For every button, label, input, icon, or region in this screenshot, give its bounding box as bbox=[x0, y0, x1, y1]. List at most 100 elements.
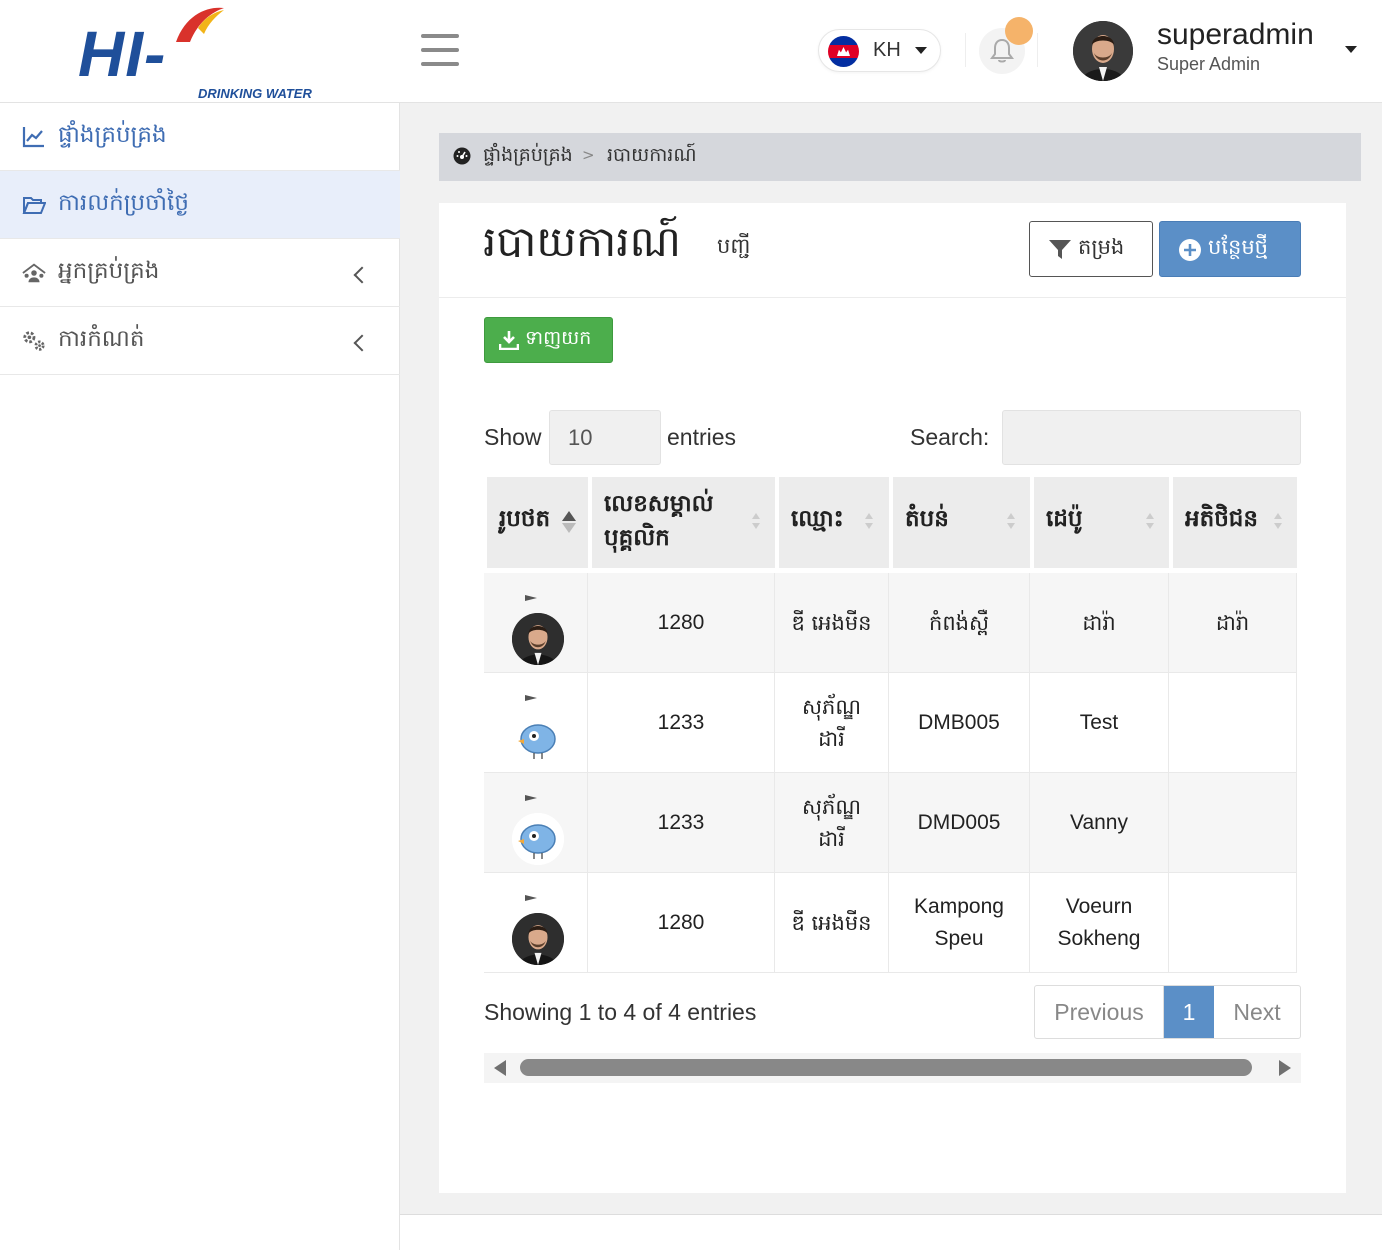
depot-cell: Voeurn Sokheng bbox=[1030, 873, 1169, 973]
staff-id-cell: 1280 bbox=[588, 573, 775, 673]
footer bbox=[400, 1215, 1382, 1250]
top-navbar: HI-TECH DRINKING WATER KH superadmin Sup… bbox=[0, 0, 1382, 162]
download-button-label: ទាញយក bbox=[525, 327, 592, 349]
photo-cell bbox=[484, 673, 588, 773]
sort-icon bbox=[1146, 513, 1154, 531]
staff-photo bbox=[512, 913, 564, 965]
avatar-portrait-icon bbox=[1073, 21, 1133, 81]
sort-asc-icon bbox=[562, 511, 576, 533]
sidebar-item-label: ការកំណត់ bbox=[58, 326, 145, 352]
language-selector[interactable]: KH bbox=[818, 29, 941, 72]
table-row[interactable]: 1233 សុភ័ណ្ឌ ដារី DMB005 Test bbox=[484, 673, 1301, 773]
divider bbox=[1037, 33, 1038, 67]
zone-cell: កំពង់ស្ពឺ bbox=[889, 573, 1030, 673]
zone-cell: DMB005 bbox=[889, 673, 1030, 773]
user-role: Super Admin bbox=[1157, 54, 1261, 74]
sidebar-item-managers[interactable]: អ្នកគ្រប់គ្រង bbox=[0, 239, 400, 307]
caret-down-icon bbox=[915, 47, 927, 54]
user-menu-caret-icon[interactable] bbox=[1345, 46, 1357, 53]
users-icon bbox=[22, 263, 46, 283]
sort-icon bbox=[865, 513, 873, 531]
horizontal-scrollbar[interactable] bbox=[484, 1053, 1301, 1083]
sidebar-item-daily-sales[interactable]: ការលក់ប្រចាំថ្ងៃ bbox=[0, 171, 400, 239]
brand-logo[interactable]: HI-TECH DRINKING WATER bbox=[78, 4, 323, 162]
folder-open-icon bbox=[22, 197, 46, 214]
menu-toggle-icon[interactable] bbox=[421, 34, 459, 66]
user-name[interactable]: superadmin bbox=[1157, 18, 1314, 52]
filter-button[interactable]: តម្រង bbox=[1029, 221, 1153, 277]
table-row[interactable]: 1280 ឌី អេងមីន Kampong Speu Voeurn Sokhe… bbox=[484, 873, 1301, 973]
language-code: KH bbox=[873, 39, 901, 61]
cogs-icon bbox=[23, 331, 45, 351]
user-avatar[interactable] bbox=[1073, 21, 1133, 81]
breadcrumb-current: របាយការណ៍ bbox=[607, 144, 697, 166]
depot-cell: Test bbox=[1030, 673, 1169, 773]
dashboard-gauge-icon bbox=[453, 147, 471, 165]
search-input[interactable] bbox=[1002, 410, 1301, 465]
table-info: Showing 1 to 4 of 4 entries bbox=[484, 999, 757, 1025]
breadcrumb-home-link[interactable]: ផ្ទាំងគ្រប់គ្រង bbox=[483, 143, 573, 171]
breadcrumb: ផ្ទាំងគ្រប់គ្រង > របាយការណ៍ bbox=[439, 133, 1361, 181]
cambodia-flag-icon bbox=[828, 36, 859, 67]
plus-circle-icon bbox=[1179, 239, 1201, 261]
column-header-customer[interactable]: អតិថិជន bbox=[1173, 477, 1297, 568]
notification-badge bbox=[1005, 17, 1033, 45]
name-cell: សុភ័ណ្ឌ ដារី bbox=[775, 673, 889, 773]
photo-cell bbox=[484, 573, 588, 673]
column-header-depot[interactable]: ដេប៉ូ bbox=[1034, 477, 1169, 568]
chevron-left-icon bbox=[353, 266, 371, 284]
column-header-zone[interactable]: តំបន់ bbox=[893, 477, 1030, 568]
staff-id-cell: 1233 bbox=[588, 673, 775, 773]
zone-cell: Kampong Speu bbox=[889, 873, 1030, 973]
logo-subtext: DRINKING WATER bbox=[198, 86, 312, 101]
filter-button-label: តម្រង bbox=[1078, 235, 1125, 259]
divider bbox=[965, 33, 966, 67]
page-1-button[interactable]: 1 bbox=[1164, 986, 1214, 1038]
staff-photo bbox=[512, 813, 564, 865]
column-header-photo[interactable]: រូបថត bbox=[487, 477, 588, 568]
customer-cell bbox=[1169, 873, 1297, 973]
customer-cell: ដារ៉ា bbox=[1169, 573, 1297, 673]
expand-arrow-icon[interactable] bbox=[525, 795, 537, 801]
scrollbar-thumb[interactable] bbox=[520, 1059, 1252, 1076]
sidebar: ផ្ទាំងគ្រប់គ្រង ការលក់ប្រចាំថ្ងៃ អ្នកគ្រ… bbox=[0, 103, 400, 1250]
report-card: របាយការណ៍ បញ្ជី តម្រង បន្ថែមថ្មី ទាញយក S… bbox=[439, 203, 1346, 1193]
expand-arrow-icon[interactable] bbox=[525, 595, 537, 601]
next-page-button[interactable]: Next bbox=[1214, 986, 1300, 1038]
name-cell: សុភ័ណ្ឌ ដារី bbox=[775, 773, 889, 873]
page-subtitle: បញ្ជី bbox=[717, 234, 751, 258]
previous-page-button[interactable]: Previous bbox=[1035, 986, 1164, 1038]
page-length-select[interactable]: 10 bbox=[549, 410, 661, 465]
customer-cell bbox=[1169, 773, 1297, 873]
name-cell: ឌី អេងមីន bbox=[775, 873, 889, 973]
sort-icon bbox=[1274, 513, 1282, 531]
scroll-left-icon[interactable] bbox=[494, 1060, 506, 1076]
photo-cell bbox=[484, 873, 588, 973]
column-header-label: រូបថត bbox=[499, 506, 551, 532]
sidebar-item-settings[interactable]: ការកំណត់ bbox=[0, 307, 400, 375]
expand-arrow-icon[interactable] bbox=[525, 695, 537, 701]
scroll-right-icon[interactable] bbox=[1279, 1060, 1291, 1076]
table-row[interactable]: 1280 ឌី អេងមីន កំពង់ស្ពឺ ដារ៉ា ដារ៉ា bbox=[484, 573, 1301, 673]
add-new-button-label: បន្ថែមថ្មី bbox=[1208, 235, 1268, 259]
sidebar-item-dashboard[interactable]: ផ្ទាំងគ្រប់គ្រង bbox=[0, 103, 400, 171]
pagination: Previous 1 Next bbox=[1034, 985, 1301, 1039]
column-header-label: ឈ្មោះ bbox=[791, 506, 844, 532]
download-icon bbox=[499, 331, 519, 350]
column-header-name[interactable]: ឈ្មោះ bbox=[779, 477, 889, 568]
filter-icon bbox=[1049, 240, 1071, 259]
depot-cell: Vanny bbox=[1030, 773, 1169, 873]
expand-arrow-icon[interactable] bbox=[525, 895, 537, 901]
staff-id-cell: 1233 bbox=[588, 773, 775, 873]
add-new-button[interactable]: បន្ថែមថ្មី bbox=[1159, 221, 1301, 277]
staff-photo bbox=[512, 713, 564, 765]
sort-icon bbox=[752, 513, 760, 531]
entries-label: entries bbox=[667, 424, 737, 450]
sort-icon bbox=[1007, 513, 1015, 531]
column-header-label: តំបន់ bbox=[905, 506, 949, 532]
name-cell: ឌី អេងមីន bbox=[775, 573, 889, 673]
download-button[interactable]: ទាញយក bbox=[484, 317, 613, 363]
table-row[interactable]: 1233 សុភ័ណ្ឌ ដារី DMD005 Vanny bbox=[484, 773, 1301, 873]
show-label: Show bbox=[484, 424, 542, 450]
column-header-staff-id[interactable]: លេខសម្គាល់បុគ្គលិក bbox=[592, 477, 775, 568]
